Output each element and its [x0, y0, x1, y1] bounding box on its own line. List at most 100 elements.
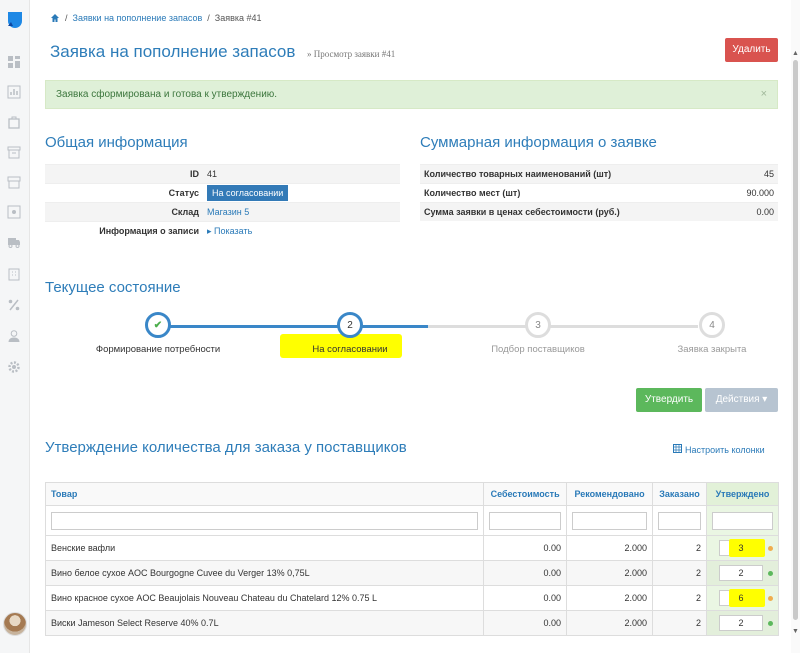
warehouse-link[interactable]: Магазин 5 — [203, 207, 249, 217]
breadcrumb-current: Заявка #41 — [214, 13, 262, 23]
approval-table: Товар Себестоимость Рекомендовано Заказа… — [44, 482, 779, 636]
alert-text: Заявка сформирована и готова к утвержден… — [56, 89, 278, 100]
filter-cost-input[interactable] — [489, 511, 562, 530]
archive-icon[interactable] — [7, 145, 21, 159]
table-icon — [673, 444, 682, 455]
breadcrumb: / Заявки на пополнение запасов / Заявка … — [50, 13, 262, 23]
approved-value: 2 — [738, 568, 744, 578]
status-dot — [768, 620, 773, 626]
step-number: 2 — [337, 312, 363, 338]
page-subtitle: » Просмотр заявки #41 — [307, 49, 396, 59]
approve-button[interactable]: Утвердить — [636, 388, 702, 412]
recommended-cell: 2.000 — [566, 535, 654, 561]
status-badge: На согласовании — [207, 185, 289, 201]
info-row-warehouse: Склад Магазин 5 — [45, 202, 400, 221]
home-icon[interactable] — [50, 13, 60, 23]
cost-cell: 0.00 — [483, 535, 568, 561]
safe-icon[interactable] — [7, 205, 21, 219]
step-4: 4 Заявка закрыта — [637, 312, 787, 355]
step-3: 3 Подбор поставщиков — [463, 312, 613, 355]
chart-icon[interactable] — [7, 85, 21, 99]
user-icon[interactable] — [7, 329, 21, 343]
progress-steps: ✔ Формирование потребности 2 На согласов… — [45, 312, 778, 362]
summary-label: Сумма заявки в ценах себестоимости (руб.… — [424, 207, 620, 217]
approved-value: 3 — [738, 543, 744, 553]
alert-close-button[interactable]: × — [761, 81, 767, 108]
info-value: 41 — [207, 169, 218, 179]
page-title: Заявка на пополнение запасов — [50, 42, 296, 61]
sidebar — [0, 0, 30, 653]
summary-row: Количество товарных наименований (шт) 45 — [420, 164, 778, 183]
scrollbar-thumb[interactable] — [793, 60, 798, 620]
delete-button[interactable]: Удалить — [725, 38, 778, 62]
approved-quantity-input[interactable]: 3 — [719, 539, 765, 557]
ordered-cell: 2 — [652, 535, 707, 561]
breadcrumb-link-requests[interactable]: Заявки на пополнение запасов — [73, 13, 203, 23]
approved-quantity-input[interactable]: 2 — [719, 615, 763, 631]
step-1: ✔ Формирование потребности — [83, 312, 233, 355]
step-number: 3 — [525, 312, 551, 338]
user-avatar[interactable] — [3, 612, 27, 636]
column-header-product[interactable]: Товар — [44, 482, 485, 506]
general-info-table: ID 41 Статус На согласовании Склад Магаз… — [45, 164, 400, 240]
summary-label: Количество товарных наименований (шт) — [424, 169, 612, 179]
summary-value: 0.00 — [756, 207, 774, 217]
summary-table: Количество товарных наименований (шт) 45… — [420, 164, 778, 221]
gear-icon[interactable] — [7, 360, 21, 374]
success-alert: Заявка сформирована и готова к утвержден… — [45, 80, 778, 109]
dashboard-icon[interactable] — [7, 55, 21, 69]
column-header-ordered[interactable]: Заказано — [652, 482, 707, 506]
product-name: Венские вафли — [44, 535, 485, 561]
table-row: Виски Jameson Select Reserve 40% 0.7L 0.… — [44, 610, 779, 636]
cost-cell: 0.00 — [483, 560, 568, 586]
show-record-info-link[interactable]: ▸ Показать — [203, 226, 252, 237]
column-header-cost[interactable]: Себестоимость — [483, 482, 568, 506]
filter-recommended-input[interactable] — [572, 511, 648, 530]
cost-cell: 0.00 — [483, 610, 568, 636]
table-row: Вино белое сухое AOC Bourgogne Cuvee du … — [44, 560, 779, 586]
approved-value: 6 — [738, 593, 744, 603]
approval-title: Утверждение количества для заказа у пост… — [45, 439, 407, 456]
filter-approved-input[interactable] — [712, 511, 773, 530]
filter-ordered-input[interactable] — [658, 511, 701, 530]
configure-columns-link[interactable]: Настроить колонки — [673, 444, 765, 455]
info-row-id: ID 41 — [45, 164, 400, 183]
scroll-up-arrow-icon[interactable]: ▲ — [792, 50, 799, 57]
step-label: Подбор поставщиков — [491, 344, 585, 355]
current-state-title: Текущее состояние — [45, 279, 181, 296]
summary-label: Количество мест (шт) — [424, 188, 521, 198]
info-label: ID — [190, 169, 199, 179]
cost-cell: 0.00 — [483, 585, 568, 611]
actions-dropdown-button[interactable]: Действия ▾ — [705, 388, 778, 412]
filter-product-input[interactable] — [51, 511, 479, 530]
info-label: Статус — [168, 188, 199, 198]
highlight-marker — [729, 539, 765, 557]
step-2: 2 На согласовании — [275, 312, 425, 355]
building-icon[interactable] — [7, 267, 21, 281]
product-name: Вино белое сухое AOC Bourgogne Cuvee du … — [44, 560, 485, 586]
approved-quantity-input[interactable]: 6 — [719, 589, 765, 607]
status-dot — [768, 595, 773, 601]
summary-title: Суммарная информация о заявке — [420, 134, 657, 151]
truck-icon[interactable] — [7, 235, 21, 249]
summary-row: Количество мест (шт) 90.000 — [420, 183, 778, 202]
approved-value: 2 — [738, 618, 744, 628]
column-header-approved[interactable]: Утверждено — [706, 482, 779, 506]
info-row-record: Информация о записи ▸ Показать — [45, 221, 400, 240]
approved-quantity-input[interactable]: 2 — [719, 565, 763, 581]
show-record-label: Показать — [214, 225, 253, 236]
bag-icon[interactable] — [7, 115, 21, 129]
product-name: Вино красное сухое AOC Beaujolais Nouvea… — [44, 585, 485, 611]
scroll-down-arrow-icon[interactable]: ▼ — [792, 628, 799, 635]
store-icon[interactable] — [7, 175, 21, 189]
summary-row: Сумма заявки в ценах себестоимости (руб.… — [420, 202, 778, 221]
status-dot — [768, 545, 773, 551]
app-logo[interactable] — [6, 10, 24, 28]
vertical-scrollbar[interactable]: ▲ ▼ — [791, 0, 800, 653]
general-info-title: Общая информация — [45, 134, 188, 151]
summary-value: 45 — [763, 169, 774, 179]
recommended-cell: 2.000 — [566, 610, 654, 636]
column-header-recommended[interactable]: Рекомендовано — [566, 482, 654, 506]
percent-icon[interactable] — [7, 298, 21, 312]
ordered-cell: 2 — [652, 610, 707, 636]
